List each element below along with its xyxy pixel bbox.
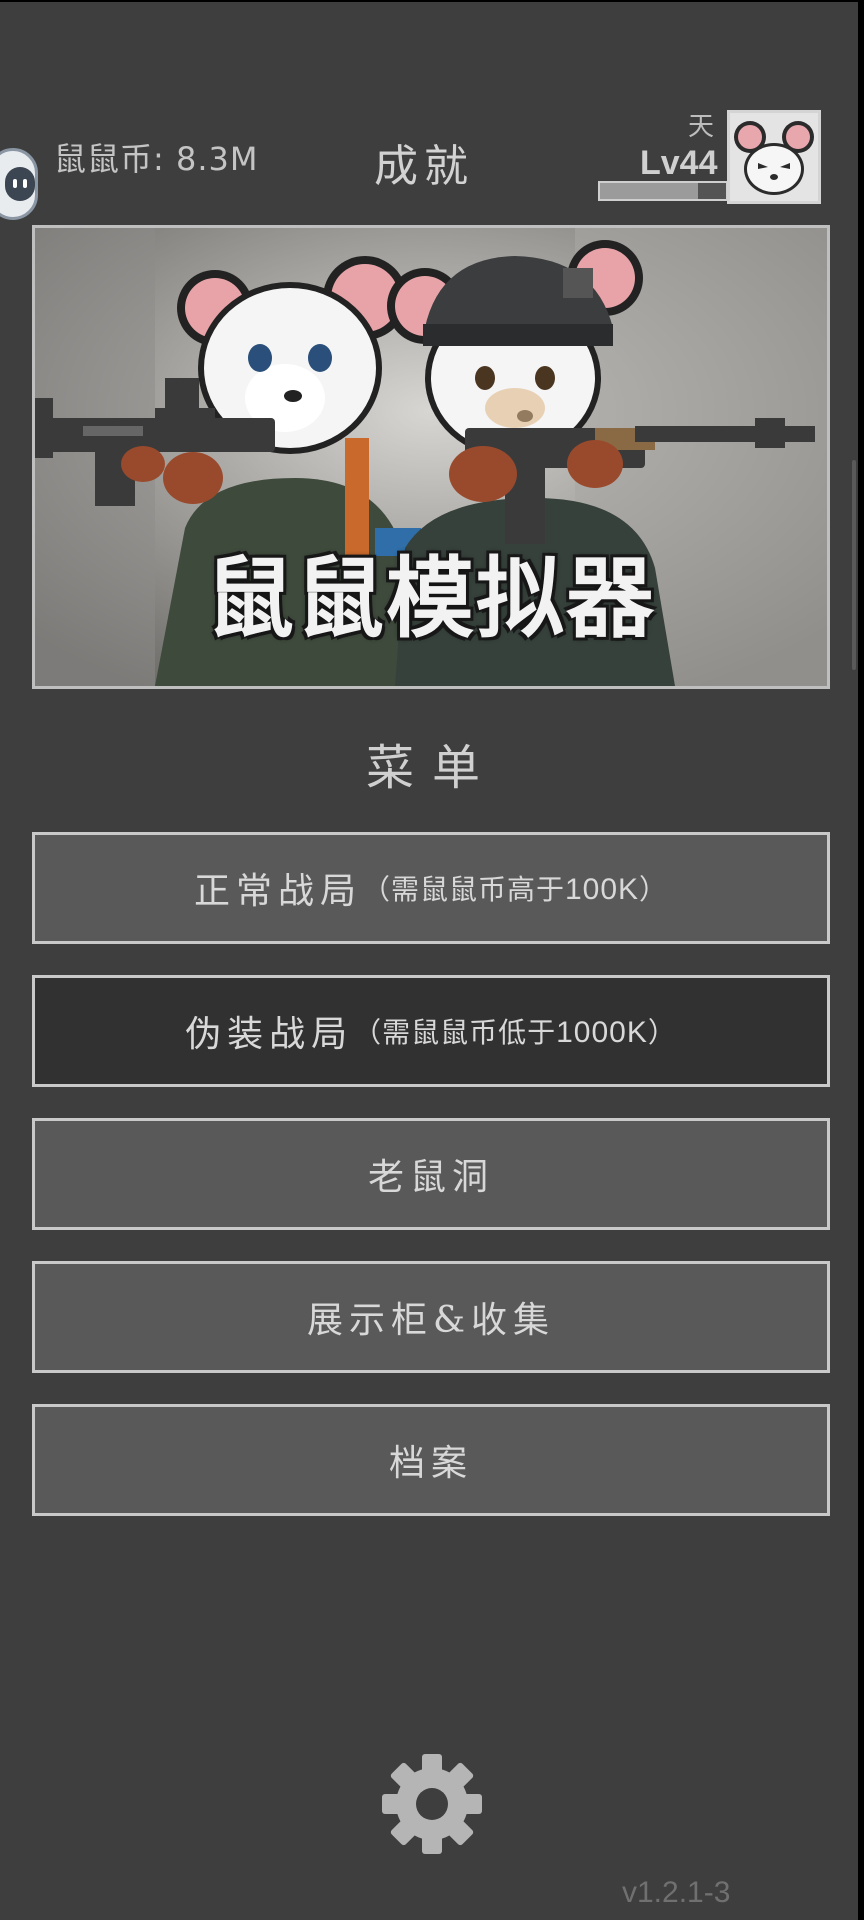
mouse-hole-label: 老鼠洞 — [367, 1157, 494, 1198]
normal-match-button[interactable]: 正常战局 （需鼠鼠币高于100K） — [32, 832, 830, 944]
achievements-button[interactable]: 成就 — [374, 130, 474, 194]
mouse-hole-button[interactable]: 老鼠洞 — [32, 1118, 830, 1230]
top-edge — [0, 0, 864, 2]
normal-match-label: 正常战局 — [193, 871, 362, 912]
showcase-collection-button[interactable]: 展示柜&收集 — [32, 1261, 830, 1373]
showcase-collection-label: 展示柜&收集 — [306, 1300, 556, 1341]
game-banner: 鼠鼠模拟器 — [32, 225, 830, 689]
right-edge — [858, 0, 864, 1920]
player-level: Lv44 — [640, 144, 718, 182]
archive-button[interactable]: 档案 — [32, 1404, 830, 1516]
disguise-match-label: 伪装战局 — [185, 1014, 354, 1055]
archive-label: 档案 — [388, 1443, 473, 1484]
gear-icon[interactable] — [380, 1752, 484, 1856]
normal-match-requirement: （需鼠鼠币高于100K） — [361, 873, 669, 906]
coin-balance: 鼠鼠币: 8.3M — [54, 140, 259, 178]
disguise-match-requirement: （需鼠鼠币低于1000K） — [353, 1016, 677, 1049]
banner-title: 鼠鼠模拟器 — [205, 547, 656, 650]
mouse-avatar-icon — [730, 113, 818, 201]
disguise-match-button[interactable]: 伪装战局 （需鼠鼠币低于1000K） — [32, 975, 830, 1087]
player-avatar[interactable] — [727, 110, 821, 204]
menu-title: 菜单 — [365, 740, 498, 796]
rank-label: 天 — [688, 112, 715, 142]
xp-progress-fill — [600, 183, 699, 199]
floating-assistant-icon[interactable] — [0, 148, 38, 220]
xp-progress-bar — [598, 181, 728, 201]
scrollbar[interactable] — [852, 460, 856, 670]
app-root: 鼠鼠币: 8.3M 成就 天 Lv44 鼠鼠模拟器 菜单 正常战局 （需鼠鼠币高… — [0, 0, 864, 1920]
version-label: v1.2.1-3 — [622, 1876, 731, 1909]
